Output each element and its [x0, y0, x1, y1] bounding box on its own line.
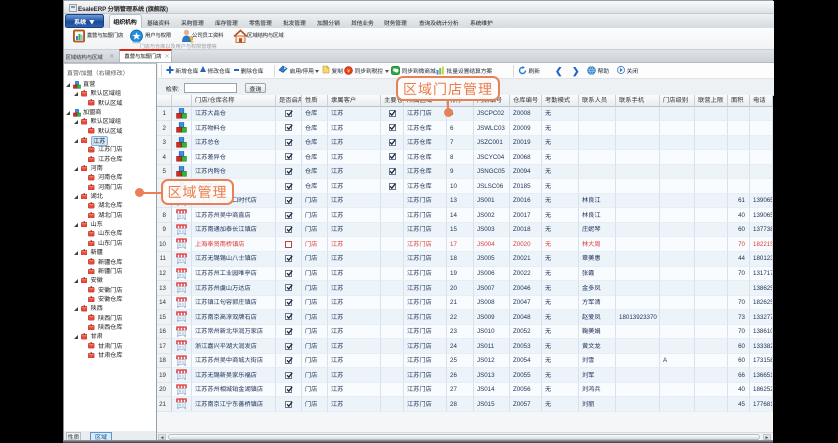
- svg-text:¥: ¥: [346, 67, 350, 74]
